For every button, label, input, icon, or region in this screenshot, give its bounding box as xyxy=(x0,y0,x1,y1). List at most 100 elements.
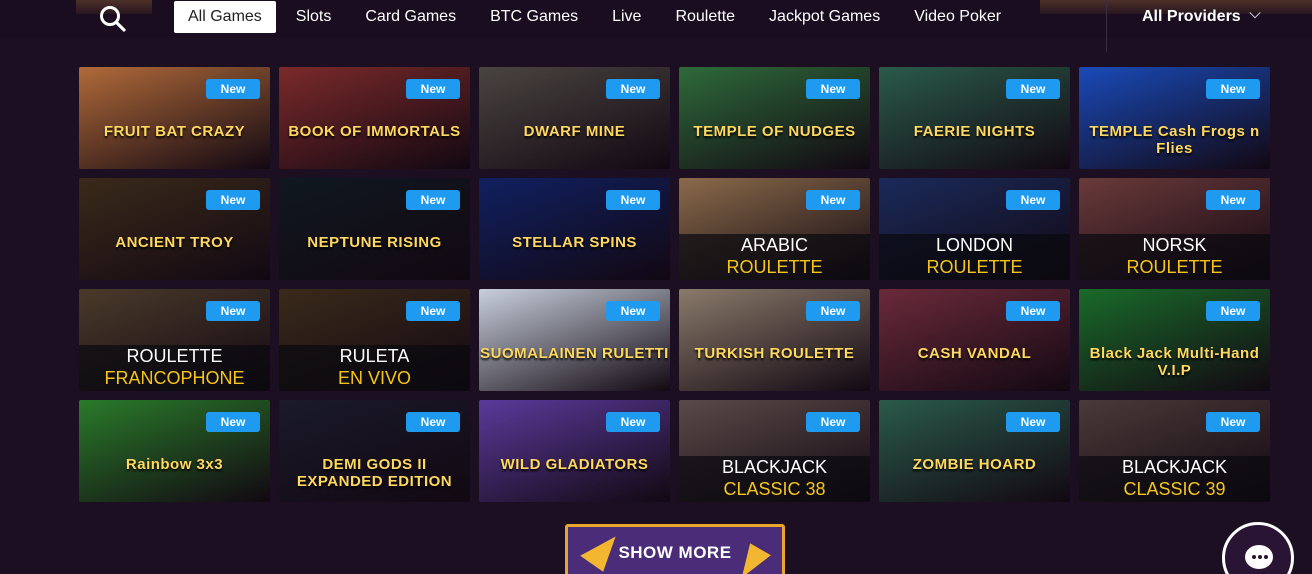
tab-slots[interactable]: Slots xyxy=(282,1,346,33)
game-title-line2: ROULETTE xyxy=(726,257,823,277)
game-tile[interactable]: BLACKJACK CLASSIC 38 New xyxy=(679,400,870,502)
providers-dropdown[interactable]: All Providers xyxy=(1142,1,1261,33)
game-tile[interactable]: Black Jack Multi-Hand V.I.P New xyxy=(1079,289,1270,391)
new-badge: New xyxy=(1206,412,1260,432)
new-badge: New xyxy=(606,79,660,99)
game-title-line2: ROULETTE xyxy=(926,257,1023,277)
tab-video-poker[interactable]: Video Poker xyxy=(900,1,1015,33)
chat-button[interactable] xyxy=(1222,522,1294,574)
show-more-label: SHOW MORE xyxy=(618,543,732,562)
game-title-line1: ARABIC xyxy=(740,235,809,255)
game-title: TEMPLE Cash Frogs n Flies xyxy=(1089,123,1260,157)
tab-roulette[interactable]: Roulette xyxy=(661,1,749,33)
game-tile[interactable]: ANCIENT TROY New xyxy=(79,178,270,280)
new-badge: New xyxy=(406,412,460,432)
show-more-button[interactable]: SHOW MORE xyxy=(565,524,785,574)
chat-dot xyxy=(1258,555,1262,559)
new-badge: New xyxy=(406,301,460,321)
new-badge: New xyxy=(806,190,860,210)
new-badge: New xyxy=(606,190,660,210)
game-title-line1: BLACKJACK xyxy=(721,457,828,477)
game-title-line2: EN VIVO xyxy=(337,368,412,388)
new-badge: New xyxy=(206,412,260,432)
new-badge: New xyxy=(406,79,460,99)
games-grid: FRUIT BAT CRAZY New BOOK OF IMMORTALS New DW… xyxy=(79,67,1270,502)
game-title: TURKISH ROULETTE xyxy=(694,345,855,362)
game-title-line1: ROULETTE xyxy=(126,346,223,366)
game-title: DEMI GODS II EXPANDED EDITION xyxy=(296,456,453,490)
game-tile[interactable]: TURKISH ROULETTE New xyxy=(679,289,870,391)
game-title: DWARF MINE xyxy=(523,123,626,140)
chat-dot xyxy=(1252,555,1256,559)
game-title: NEPTUNE RISING xyxy=(307,234,442,251)
game-title: FRUIT BAT CRAZY xyxy=(103,123,246,140)
new-badge: New xyxy=(206,79,260,99)
game-title-line1: BLACKJACK xyxy=(1121,457,1228,477)
game-title-line1: NORSK xyxy=(1142,235,1207,255)
top-nav: All Games Slots Card Games BTC Games Live Rou… xyxy=(0,0,1312,38)
new-badge: New xyxy=(606,412,660,432)
game-title-line2: CLASSIC 38 xyxy=(723,479,826,499)
new-badge: New xyxy=(1206,301,1260,321)
game-tile[interactable]: TEMPLE Cash Frogs n Flies New xyxy=(1079,67,1270,169)
new-badge: New xyxy=(1206,79,1260,99)
game-title: STELLAR SPINS xyxy=(512,234,637,251)
chat-dot xyxy=(1264,555,1268,559)
game-title: SUOMALAINEN RULETTI xyxy=(480,345,669,362)
game-title: FAERIE NIGHTS xyxy=(913,123,1036,140)
game-tile[interactable]: RULETA EN VIVO New xyxy=(279,289,470,391)
new-badge: New xyxy=(1006,412,1060,432)
new-badge: New xyxy=(406,190,460,210)
game-tile[interactable]: WILD GLADIATORS New xyxy=(479,400,670,502)
new-badge: New xyxy=(606,301,660,321)
game-tile[interactable]: BOOK OF IMMORTALS New xyxy=(279,67,470,169)
game-tile[interactable]: CASH VANDAL New xyxy=(879,289,1070,391)
game-title: ZOMBIE HOARD xyxy=(912,456,1037,473)
game-tile[interactable]: DEMI GODS II EXPANDED EDITION New xyxy=(279,400,470,502)
chevron-down-icon xyxy=(1249,7,1261,19)
tab-jackpot-games[interactable]: Jackpot Games xyxy=(755,1,894,33)
game-tile[interactable]: Rainbow 3x3 New xyxy=(79,400,270,502)
new-badge: New xyxy=(1006,190,1060,210)
game-title-line1: LONDON xyxy=(935,235,1013,255)
tab-live[interactable]: Live xyxy=(598,1,655,33)
game-title-line1: RULETA xyxy=(339,346,410,366)
new-badge: New xyxy=(206,301,260,321)
nav-divider xyxy=(1106,0,1107,52)
game-title-line2: CLASSIC 39 xyxy=(1123,479,1226,499)
game-tile[interactable]: FRUIT BAT CRAZY New xyxy=(79,67,270,169)
tab-card-games[interactable]: Card Games xyxy=(351,1,470,33)
game-tile[interactable]: NORSK ROULETTE New xyxy=(1079,178,1270,280)
game-title: Rainbow 3x3 xyxy=(125,456,224,473)
new-badge: New xyxy=(1006,301,1060,321)
game-tile[interactable]: LONDON ROULETTE New xyxy=(879,178,1070,280)
category-tabs: All Games Slots Card Games BTC Games Live Rou… xyxy=(174,1,1021,33)
new-badge: New xyxy=(806,412,860,432)
game-title: WILD GLADIATORS xyxy=(500,456,649,473)
game-tile[interactable]: SUOMALAINEN RULETTI New xyxy=(479,289,670,391)
game-tile[interactable]: NEPTUNE RISING New xyxy=(279,178,470,280)
game-title: BOOK OF IMMORTALS xyxy=(288,123,461,140)
game-title-line2: FRANCOPHONE xyxy=(104,368,245,388)
game-title: CASH VANDAL xyxy=(917,345,1032,362)
game-title: ANCIENT TROY xyxy=(115,234,234,251)
game-tile[interactable]: ROULETTE FRANCOPHONE New xyxy=(79,289,270,391)
game-tile[interactable]: BLACKJACK CLASSIC 39 New xyxy=(1079,400,1270,502)
game-tile[interactable]: FAERIE NIGHTS New xyxy=(879,67,1070,169)
game-tile[interactable]: STELLAR SPINS New xyxy=(479,178,670,280)
game-tile[interactable]: TEMPLE OF NUDGES New xyxy=(679,67,870,169)
tab-all-games[interactable]: All Games xyxy=(174,1,276,33)
game-tile[interactable]: ZOMBIE HOARD New xyxy=(879,400,1070,502)
tab-btc-games[interactable]: BTC Games xyxy=(476,1,592,33)
new-badge: New xyxy=(206,190,260,210)
game-title: Black Jack Multi-Hand V.I.P xyxy=(1089,345,1260,379)
game-tile[interactable]: DWARF MINE New xyxy=(479,67,670,169)
search-icon[interactable] xyxy=(98,4,128,32)
game-tile[interactable]: ARABIC ROULETTE New xyxy=(679,178,870,280)
game-title-line2: ROULETTE xyxy=(1126,257,1223,277)
new-badge: New xyxy=(806,301,860,321)
providers-label: All Providers xyxy=(1142,8,1241,25)
new-badge: New xyxy=(1006,79,1060,99)
game-title: TEMPLE OF NUDGES xyxy=(693,123,856,140)
new-badge: New xyxy=(806,79,860,99)
